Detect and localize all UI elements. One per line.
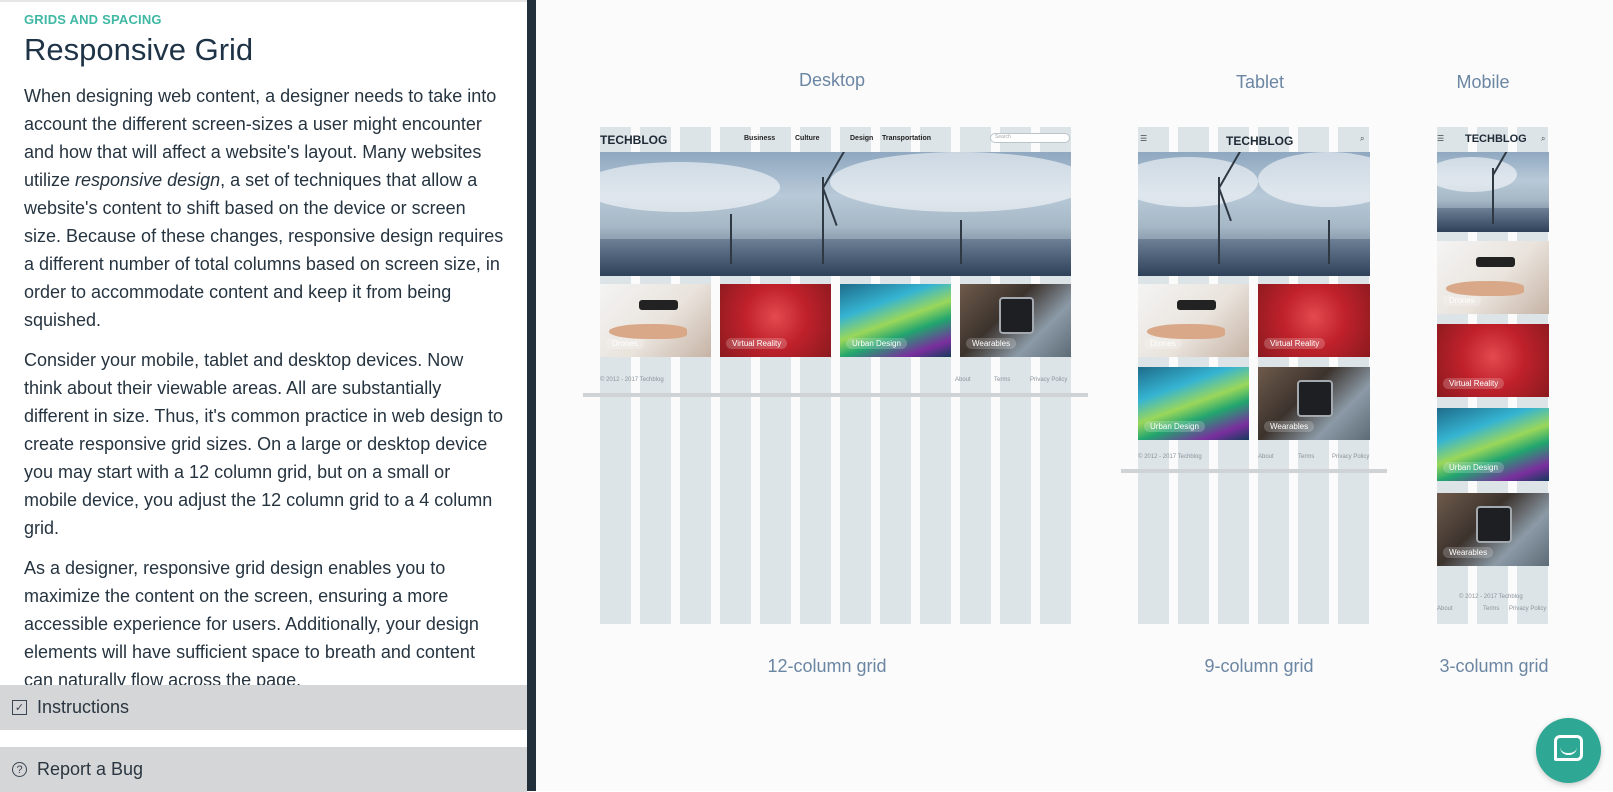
tile-label: Wearables (1264, 421, 1315, 432)
desktop-copyright: © 2012 - 2017 Techblog (600, 377, 664, 383)
lesson-body: When designing web content, a designer n… (24, 82, 504, 706)
report-bug-panel-toggle[interactable]: ? Report a Bug (0, 747, 527, 792)
lesson-title: Responsive Grid (24, 32, 254, 67)
mobile-menu-icon: ☰ (1437, 134, 1445, 143)
grid-illustration-stage: Desktop TECHBLOG Business Culture Design… (536, 0, 1613, 791)
tile-label: Urban Design (1443, 462, 1504, 473)
mobile-tile-vr: Virtual Reality (1437, 324, 1549, 397)
tile-label: Drones (1443, 295, 1481, 306)
tablet-mockup: ☰ TECHBLOG ⌕ Drones Virtual Reality Urba… (1121, 127, 1387, 624)
mobile-tile-drones: Drones (1437, 241, 1549, 314)
lesson-paragraph-2: Consider your mobile, tablet and desktop… (24, 350, 504, 538)
tile-label: Virtual Reality (1264, 338, 1326, 349)
lesson-paragraph-3: As a designer, responsive grid design en… (24, 558, 479, 690)
lesson-category: GRIDS AND SPACING (24, 12, 162, 27)
tablet-caption: 9-column grid (1204, 656, 1314, 676)
lesson-paragraph-1: When designing web content, a designer n… (24, 82, 504, 334)
tile-label: Wearables (1443, 547, 1494, 558)
checkbox-icon: ✓ (12, 700, 27, 715)
report-bug-label: Report a Bug (37, 759, 144, 779)
desktop-fold-line (583, 393, 1088, 397)
tablet-tile-wearables: Wearables (1258, 367, 1370, 440)
desktop-tile-wearables: Wearables (960, 284, 1071, 357)
mobile-footer-terms: Terms (1483, 606, 1500, 612)
instructions-panel-toggle[interactable]: ✓ Instructions (0, 685, 527, 730)
desktop-search-field: Search (990, 133, 1070, 143)
tablet-footer-about: About (1258, 454, 1274, 460)
tablet-logo: TECHBLOG (1226, 134, 1294, 148)
mobile-label: Mobile (1456, 72, 1510, 92)
tablet-menu-icon: ☰ (1140, 134, 1148, 143)
mobile-footer-privacy: Privacy Policy (1509, 606, 1547, 612)
mobile-logo: TECHBLOG (1465, 133, 1527, 145)
lesson-sidebar: GRIDS AND SPACING Responsive Grid When d… (0, 0, 527, 792)
p1-text-b: , a set of techniques that allow a websi… (24, 170, 504, 330)
tablet-hero-image (1138, 152, 1370, 276)
panel-divider[interactable] (527, 0, 536, 791)
instructions-label: Instructions (37, 697, 130, 717)
tablet-footer-privacy: Privacy Policy (1332, 454, 1370, 460)
tablet-copyright: © 2012 - 2017 Techblog (1138, 454, 1202, 460)
tablet-tile-urban: Urban Design (1138, 367, 1249, 440)
mobile-hero-image (1437, 152, 1549, 232)
tablet-label: Tablet (1235, 72, 1285, 92)
mobile-tile-wearables: Wearables (1437, 493, 1549, 566)
chat-launcher-button[interactable] (1536, 718, 1601, 783)
tablet-footer-terms: Terms (1298, 454, 1315, 460)
desktop-tile-vr: Virtual Reality (720, 284, 831, 357)
tablet-fold-line (1121, 469, 1387, 473)
desktop-tile-urban: Urban Design (840, 284, 951, 357)
tile-label: Drones (1144, 338, 1182, 349)
tablet-search-icon: ⌕ (1360, 134, 1365, 143)
mobile-caption: 3-column grid (1439, 656, 1549, 676)
question-circle-icon: ? (12, 762, 27, 777)
mobile-footer-about: About (1437, 606, 1453, 612)
desktop-footer-terms: Terms (994, 377, 1011, 383)
mobile-search-icon: ⌕ (1541, 134, 1546, 143)
desktop-tile-drones: Drones (600, 284, 711, 357)
tile-label: Urban Design (1144, 421, 1205, 432)
desktop-logo: TECHBLOG (600, 133, 668, 147)
mobile-mockup: ☰ TECHBLOG ⌕ Drones Virtual Reality Urba… (1437, 127, 1549, 624)
desktop-hero-image (600, 152, 1071, 276)
tile-label: Wearables (966, 338, 1017, 349)
mobile-copyright: © 2012 - 2017 Techblog (1459, 594, 1523, 600)
desktop-footer-about: About (955, 377, 971, 383)
tile-label: Virtual Reality (1443, 378, 1505, 389)
desktop-nav-transportation: Transportation (882, 135, 932, 142)
desktop-nav-culture: Culture (795, 135, 820, 142)
p1-emphasis: responsive design (75, 170, 221, 190)
desktop-mockup: TECHBLOG Business Culture Design Transpo… (583, 127, 1088, 624)
tile-label: Drones (606, 338, 644, 349)
desktop-label: Desktop (798, 70, 866, 90)
tablet-tile-drones: Drones (1138, 284, 1249, 357)
desktop-nav-design: Design (850, 135, 874, 142)
desktop-caption: 12-column grid (767, 656, 887, 676)
desktop-footer-privacy: Privacy Policy (1030, 377, 1068, 383)
mobile-tile-urban: Urban Design (1437, 408, 1549, 481)
tile-label: Urban Design (846, 338, 907, 349)
desktop-nav-business: Business (744, 135, 776, 142)
tablet-tile-vr: Virtual Reality (1258, 284, 1370, 357)
tile-label: Virtual Reality (726, 338, 788, 349)
